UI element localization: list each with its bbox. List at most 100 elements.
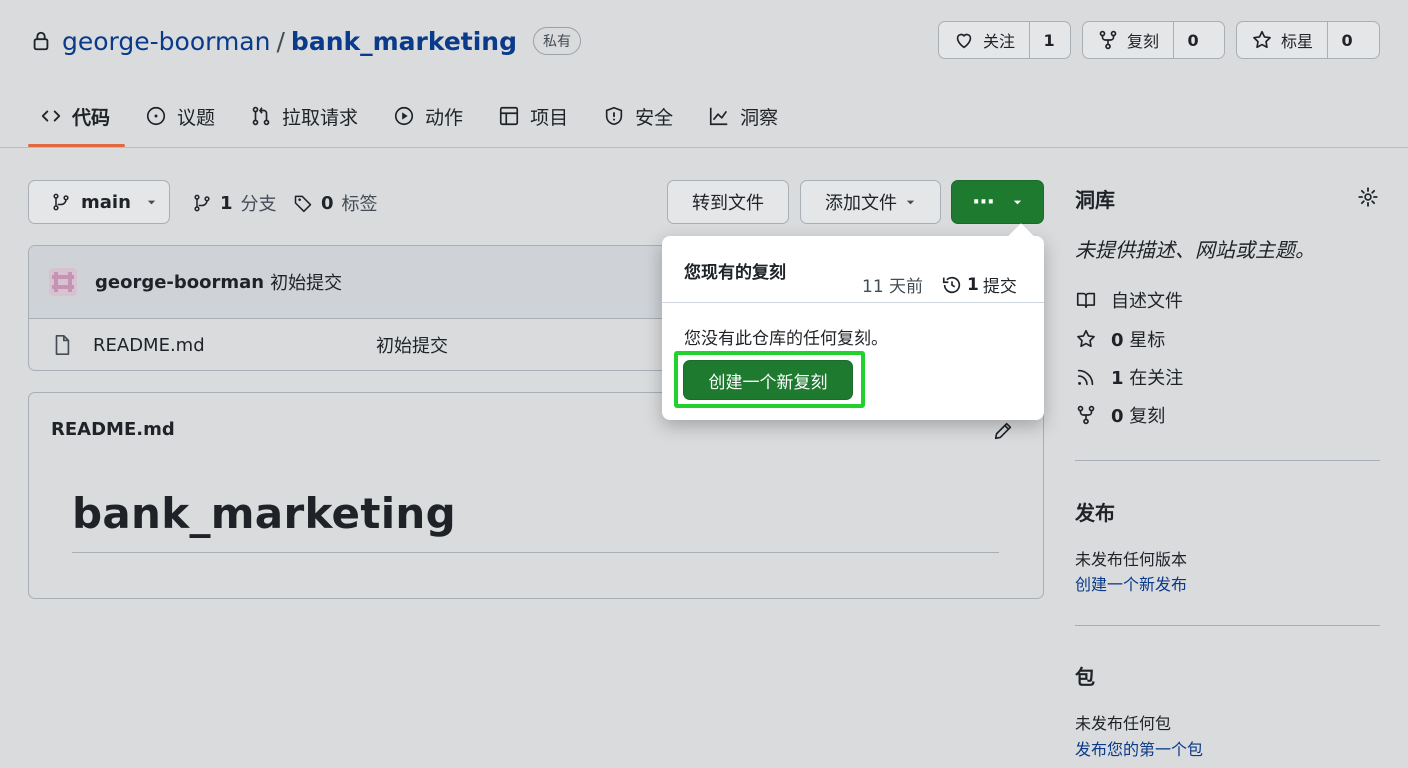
commits-count: 1 — [967, 274, 979, 295]
watching-count: 1 — [1111, 368, 1124, 389]
fork-icon — [1075, 404, 1097, 426]
tags-link[interactable]: 0 标签 — [293, 190, 378, 216]
star-count[interactable]: 0 — [1328, 22, 1366, 58]
lock-icon — [30, 30, 52, 52]
file-icon — [51, 334, 73, 356]
tab-pull-requests[interactable]: 拉取请求 — [238, 94, 370, 138]
watch-count[interactable]: 1 — [1030, 22, 1068, 58]
graph-icon — [708, 105, 730, 127]
pencil-icon[interactable] — [992, 420, 1014, 442]
code-button-label: ··· — [971, 189, 995, 215]
readme-filename[interactable]: README.md — [51, 419, 175, 440]
branch-select-button[interactable]: main — [28, 180, 170, 224]
fork-button[interactable]: 复刻 0 — [1082, 21, 1225, 59]
rss-icon — [1075, 366, 1097, 388]
readme-panel: README.md bank_marketing — [28, 392, 1044, 599]
branch-icon — [51, 192, 71, 212]
goto-file-button[interactable]: 转到文件 — [667, 180, 789, 224]
create-release-link[interactable]: 创建一个新发布 — [1075, 571, 1187, 595]
tab-label: 拉取请求 — [282, 106, 359, 129]
fork-popover: 您现有的复刻 11 天前 1 提交 您没有此仓库的任何复刻。 创建一个新复刻 — [662, 236, 1044, 420]
releases-text: 未发布任何版本 — [1075, 550, 1188, 569]
stars-label: 星标 — [1129, 330, 1166, 351]
publish-package-link[interactable]: 发布您的第一个包 — [1075, 736, 1203, 760]
forks-count: 0 — [1111, 406, 1124, 427]
branch-name: main — [81, 191, 131, 213]
branches-count: 1 — [220, 192, 233, 214]
code-icon — [40, 105, 62, 127]
repo-owner-link[interactable]: george-boorman — [62, 27, 270, 56]
repo-tabs: 代码 议题 拉取请求 动作 项目 安全 洞察 — [28, 94, 801, 146]
stars-link[interactable]: 0 星标 — [1075, 326, 1165, 352]
commits-label: 提交 — [982, 277, 1017, 297]
avatar[interactable] — [49, 268, 77, 296]
popover-divider — [662, 302, 1044, 303]
tab-security[interactable]: 安全 — [591, 94, 685, 138]
packages-text: 未发布任何包 — [1075, 714, 1172, 733]
tab-issues[interactable]: 议题 — [133, 94, 227, 138]
tab-insights[interactable]: 洞察 — [696, 94, 790, 138]
repo-name-link[interactable]: bank_marketing — [291, 27, 517, 56]
tab-label: 代码 — [72, 106, 111, 129]
gear-icon[interactable] — [1357, 186, 1379, 208]
caret-down-icon — [146, 197, 157, 208]
play-icon — [393, 105, 415, 127]
readme-heading: bank_marketing — [72, 489, 456, 538]
fork-icon — [1097, 29, 1119, 51]
watch-button[interactable]: 关注 1 — [938, 21, 1071, 59]
packages-heading[interactable]: 包 — [1075, 661, 1095, 690]
code-dropdown-button[interactable]: ··· — [951, 180, 1044, 224]
sidebar-divider — [1075, 625, 1380, 626]
book-icon — [1075, 289, 1097, 311]
table-icon — [498, 105, 520, 127]
star-label-area[interactable]: 标星 — [1237, 22, 1329, 58]
commit-time: 11 天前 — [862, 277, 924, 297]
branch-icon — [192, 193, 212, 213]
caret-down-icon — [905, 197, 916, 208]
tab-label: 项目 — [530, 106, 569, 129]
repo-description: 未提供描述、网站或主题。 — [1075, 238, 1315, 262]
create-fork-button[interactable]: 创建一个新复刻 — [683, 360, 853, 400]
star-icon — [1251, 29, 1273, 51]
add-file-label: 添加文件 — [825, 193, 897, 214]
forks-label: 复刻 — [1129, 406, 1166, 427]
tab-projects[interactable]: 项目 — [486, 94, 580, 138]
add-file-button[interactable]: 添加文件 — [800, 180, 941, 224]
fork-label-area[interactable]: 复刻 — [1083, 22, 1175, 58]
tab-label: 安全 — [635, 106, 674, 129]
star-label: 标星 — [1281, 32, 1314, 51]
tags-label: 标签 — [341, 194, 378, 215]
fork-count[interactable]: 0 — [1174, 22, 1212, 58]
commit-author[interactable]: george-boorman — [95, 272, 264, 293]
tab-label: 洞察 — [740, 106, 779, 129]
watch-label-area[interactable]: 关注 — [939, 22, 1031, 58]
repo-title: george-boorman / bank_marketing 私有 — [30, 24, 581, 58]
file-name[interactable]: README.md — [93, 335, 205, 356]
star-button[interactable]: 标星 0 — [1236, 21, 1380, 59]
releases-heading[interactable]: 发布 — [1075, 497, 1115, 526]
commits-link[interactable]: 1 提交 — [941, 272, 1017, 297]
header-divider — [0, 147, 1408, 148]
file-commit-message[interactable]: 初始提交 — [376, 332, 448, 358]
sidebar-divider — [1075, 460, 1380, 461]
watching-label: 在关注 — [1129, 368, 1184, 389]
tag-icon — [293, 193, 313, 213]
tab-label: 动作 — [425, 106, 464, 129]
forks-link[interactable]: 0 复刻 — [1075, 402, 1165, 428]
visibility-badge: 私有 — [532, 27, 581, 55]
caret-down-icon — [1012, 197, 1023, 208]
repo-separator: / — [276, 26, 285, 56]
tab-actions[interactable]: 动作 — [381, 94, 475, 138]
branches-link[interactable]: 1 分支 — [192, 190, 277, 216]
watch-label: 关注 — [983, 32, 1016, 51]
popover-title: 您现有的复刻 — [684, 263, 786, 283]
watching-link[interactable]: 1 在关注 — [1075, 364, 1183, 390]
issue-icon — [145, 105, 167, 127]
readme-link-label: 自述文件 — [1111, 291, 1183, 312]
about-heading: 洞库 — [1075, 188, 1115, 212]
tab-code[interactable]: 代码 — [28, 94, 122, 138]
no-forks-message: 您没有此仓库的任何复刻。 — [684, 329, 888, 349]
commit-message[interactable]: 初始提交 — [270, 269, 342, 295]
shield-icon — [603, 105, 625, 127]
readme-link[interactable]: 自述文件 — [1075, 287, 1183, 313]
